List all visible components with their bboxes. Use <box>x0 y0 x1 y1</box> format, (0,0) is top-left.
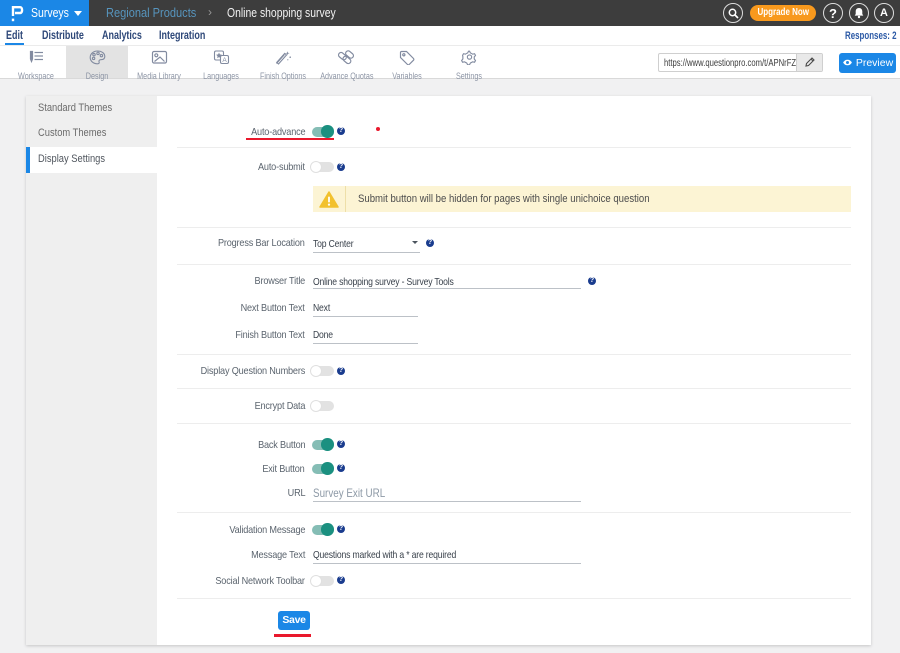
svg-text:A: A <box>222 57 227 64</box>
